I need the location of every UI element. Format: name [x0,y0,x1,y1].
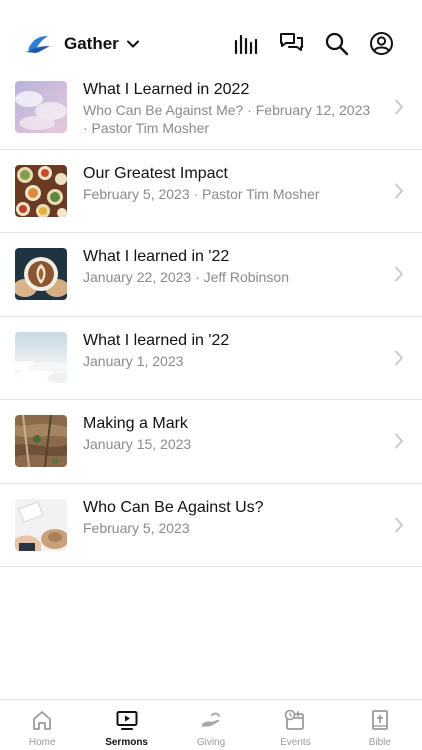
chevron-right-icon [395,266,403,282]
sermon-row[interactable]: What I learned in '22 January 1, 2023 [0,317,422,400]
bottom-tab-bar: Home Sermons Giving Events Bible [0,699,422,750]
tab-giving[interactable]: Giving [169,700,253,750]
sermon-row[interactable]: What I Learned in 2022 Who Can Be Agains… [0,66,422,150]
app-header: Gather [0,24,422,64]
chevron-right-icon [395,183,403,198]
food-table-thumbnail [15,164,67,217]
equalizer-icon[interactable] [234,31,259,56]
search-icon[interactable] [324,31,349,56]
chevron-right-icon [395,99,403,115]
sermon-list: What I Learned in 2022 Who Can Be Agains… [0,66,422,567]
aerial-terrain-thumbnail [15,415,67,467]
sermon-title: Who Can Be Against Us? [83,498,264,516]
sermon-row[interactable]: Our Greatest Impact February 5, 2023 · P… [0,150,422,233]
bible-icon [371,710,388,730]
tab-sermons[interactable]: Sermons [84,700,168,750]
home-icon [33,711,52,730]
chat-bubbles-icon[interactable] [279,31,304,56]
sermon-title: Our Greatest Impact [83,164,228,182]
chevron-right-icon [395,517,403,532]
calendar-clock-icon [285,709,305,730]
tv-play-icon [116,711,138,730]
sermon-subtitle: February 5, 2023 [83,519,190,536]
church-name: Gather [64,34,119,53]
sermon-row[interactable]: What I learned in '22 January 22, 2023 ·… [0,233,422,317]
sermon-subtitle: January 1, 2023 [83,352,184,369]
sermon-subtitle: January 15, 2023 [83,436,192,452]
tab-label: Home [28,737,56,748]
latte-cup-thumbnail [15,248,67,300]
chevron-down-icon [126,40,139,48]
church-logo-icon [26,36,50,53]
tab-events[interactable]: Events [253,700,337,750]
sermon-row[interactable]: Who Can Be Against Us? February 5, 2023 [0,484,422,567]
profile-icon[interactable] [369,31,394,56]
chevron-right-icon [395,433,403,449]
sermon-row[interactable]: Making a Mark January 15, 2023 [0,400,422,484]
tab-bible[interactable]: Bible [338,700,422,750]
sea-of-clouds-thumbnail [15,331,67,384]
tab-label: Bible [368,737,391,748]
sermon-subtitle: Who Can Be Against Me? · February 12, 20… [83,102,371,136]
desk-hat-thumbnail [15,498,67,551]
chevron-right-icon [395,350,403,365]
tab-label: Events [280,737,311,748]
tab-label: Giving [196,737,226,748]
sermon-title: What I learned in '22 [83,331,230,349]
tab-label: Sermons [105,737,148,748]
tab-home[interactable]: Home [0,700,84,750]
cloudy-sky-thumbnail [15,81,67,133]
sermon-subtitle: February 5, 2023 · Pastor Tim Mosher [83,185,320,202]
sermon-subtitle: January 22, 2023 · Jeff Robinson [83,269,289,285]
sermon-title: What I learned in '22 [83,248,230,265]
giving-hand-icon [202,712,221,727]
sermon-title: What I Learned in 2022 [83,81,250,98]
church-switcher[interactable]: Gather [26,34,139,54]
sermon-title: Making a Mark [83,415,188,432]
